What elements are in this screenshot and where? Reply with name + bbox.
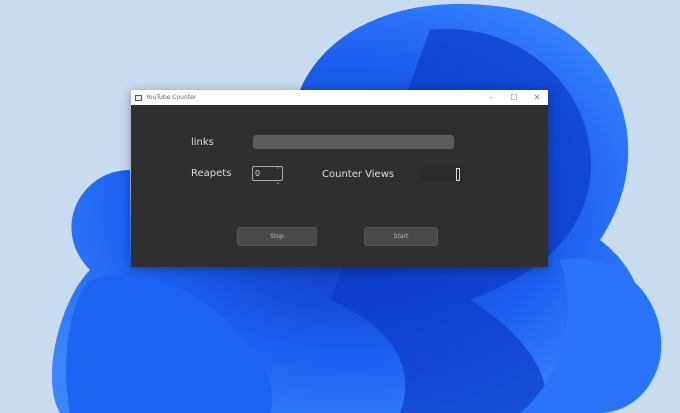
start-button[interactable]: Start [364, 227, 438, 246]
title-bar: YouTube Counter – ☐ ✕ [131, 90, 548, 105]
links-label: links [191, 137, 214, 148]
repeats-value: 0 [255, 169, 261, 178]
app-window: YouTube Counter – ☐ ✕ links Reapets 0 ⌃ ⌄… [131, 90, 548, 267]
spin-arrows-icon[interactable]: ⌃ ⌄ [276, 164, 280, 190]
counter-views-label: Counter Views [322, 169, 395, 180]
maximize-button[interactable]: ☐ [502, 90, 526, 105]
app-icon [135, 94, 142, 101]
links-input[interactable] [253, 135, 454, 149]
close-button[interactable]: ✕ [525, 90, 549, 105]
repeats-label: Reapets [191, 168, 232, 179]
counter-views-display [421, 167, 463, 182]
cursor-caret [456, 168, 460, 181]
stop-button[interactable]: Stop [237, 227, 317, 246]
minimize-button[interactable]: – [479, 90, 503, 105]
window-title: YouTube Counter [146, 94, 197, 101]
repeats-spinbox[interactable]: 0 ⌃ ⌄ [252, 166, 283, 186]
